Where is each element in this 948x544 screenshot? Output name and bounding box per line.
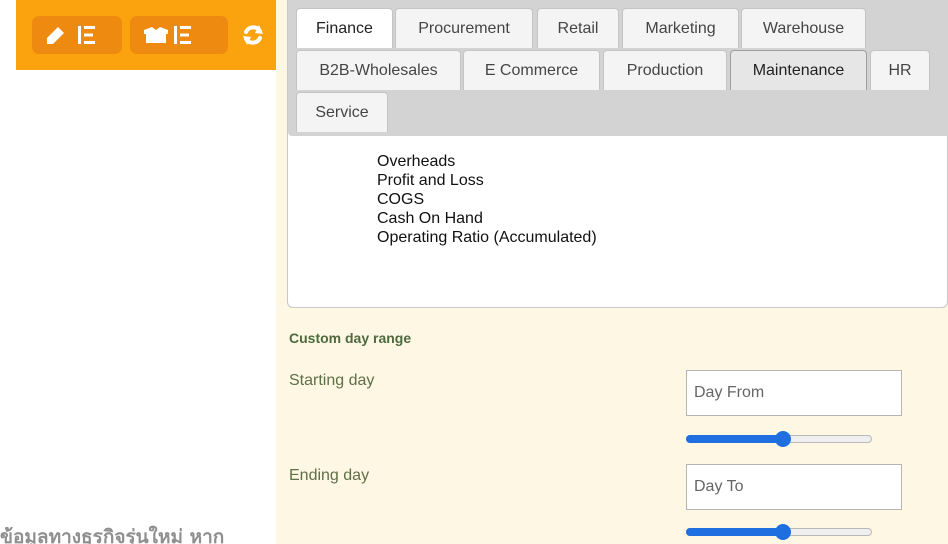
starting-day-slider[interactable] (686, 431, 872, 447)
report-item-cogs[interactable]: COGS (377, 190, 597, 209)
tab-warehouse[interactable]: Warehouse (741, 8, 866, 48)
ending-day-slider[interactable] (686, 524, 872, 540)
pencil-list-icon (47, 26, 95, 44)
report-item-cash-on-hand[interactable]: Cash On Hand (377, 209, 597, 228)
starting-day-label: Starting day (289, 372, 375, 389)
tab-e-commerce[interactable]: E Commerce (463, 50, 600, 90)
ending-day-label: Ending day (289, 467, 370, 484)
box-list-icon (144, 26, 191, 44)
tab-b2b-wholesales[interactable]: B2B-Wholesales (296, 50, 461, 90)
report-list: Overheads Profit and Loss COGS Cash On H… (377, 152, 597, 247)
slider-thumb[interactable] (774, 524, 791, 540)
tab-hr[interactable]: HR (870, 50, 930, 90)
report-tabs-panel: Finance Procurement Retail Marketing War… (287, 0, 948, 308)
day-to-input[interactable] (686, 464, 902, 510)
report-item-overheads[interactable]: Overheads (377, 152, 597, 171)
refresh-icon (243, 25, 263, 45)
report-item-operating-ratio[interactable]: Operating Ratio (Accumulated) (377, 228, 597, 247)
box-list-button[interactable] (130, 16, 228, 54)
tab-production[interactable]: Production (603, 50, 727, 90)
tab-marketing[interactable]: Marketing (622, 8, 739, 48)
orange-toolbar (16, 0, 276, 70)
tab-finance[interactable]: Finance (296, 8, 393, 48)
slider-fill (686, 435, 783, 443)
tab-service[interactable]: Service (296, 92, 388, 132)
custom-day-range-title: Custom day range (289, 330, 412, 346)
slider-fill (686, 528, 783, 536)
thai-footer-text: ข้อมูลทางธุรกิจรุ่นใหม่ หาก (0, 526, 225, 544)
day-from-input[interactable] (686, 370, 902, 416)
edit-list-button[interactable] (32, 16, 122, 54)
tab-retail[interactable]: Retail (537, 8, 619, 48)
report-item-profit-and-loss[interactable]: Profit and Loss (377, 171, 597, 190)
tab-maintenance[interactable]: Maintenance (730, 50, 867, 90)
tab-bar: Finance Procurement Retail Marketing War… (288, 0, 948, 136)
slider-thumb[interactable] (774, 431, 791, 447)
tab-procurement[interactable]: Procurement (395, 8, 533, 48)
refresh-button[interactable] (240, 17, 266, 53)
